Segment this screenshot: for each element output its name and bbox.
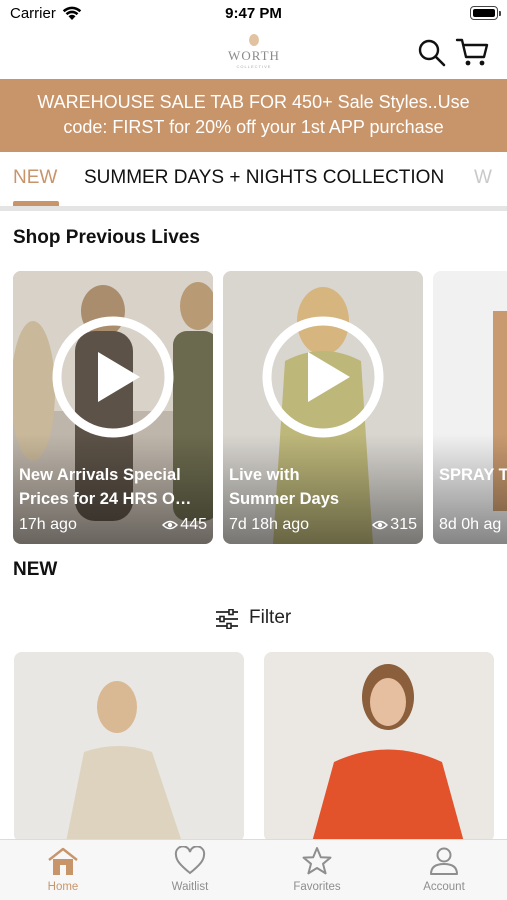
nav-waitlist-label: Waitlist — [171, 881, 209, 893]
product-card[interactable] — [264, 652, 494, 842]
person-icon — [430, 847, 458, 875]
filter-label: Filter — [249, 607, 292, 628]
bottom-tab-bar: Home Waitlist Favorites Account — [0, 839, 507, 900]
cart-icon[interactable] — [455, 36, 489, 68]
battery-icon — [470, 6, 501, 20]
live-title: Live with Summer Days — [229, 466, 340, 508]
category-tabs: NEW SUMMER DAYS + NIGHTS COLLECTION W — [0, 153, 507, 207]
heart-icon — [174, 846, 206, 875]
tab-summer-days-nights[interactable]: SUMMER DAYS + NIGHTS COLLECTION — [84, 167, 444, 189]
play-icon[interactable] — [50, 314, 176, 440]
logo-subtext: COLLECTIVE — [236, 64, 272, 69]
promo-line-1: WAREHOUSE SALE TAB FOR 450+ Sale Styles.… — [37, 92, 470, 112]
star-icon — [302, 847, 332, 875]
lives-heading: Shop Previous Lives — [13, 227, 200, 248]
tab-next-partial[interactable]: W — [474, 167, 492, 189]
app-header: WORTH COLLECTIVE — [0, 30, 507, 78]
live-views: 315 — [372, 516, 417, 534]
logo-mark-icon — [249, 34, 259, 46]
product-card[interactable] — [14, 652, 244, 842]
tab-new[interactable]: NEW — [13, 167, 57, 189]
live-time: 17h ago — [19, 516, 77, 533]
nav-favorites[interactable]: Favorites — [267, 846, 367, 900]
live-card[interactable]: New Arrivals Special Prices for 24 HRS O… — [13, 271, 213, 544]
filter-button[interactable]: Filter — [215, 604, 305, 634]
live-card[interactable]: Live with Summer Days 7d 18h ago 315 — [223, 271, 423, 544]
nav-home[interactable]: Home — [13, 846, 113, 900]
nav-home-label: Home — [47, 881, 79, 893]
live-title: New Arrivals Special Prices for 24 HRS O… — [19, 466, 192, 508]
status-time: 9:47 PM — [225, 5, 282, 22]
promo-line-2: code: FIRST for 20% off your 1st APP pur… — [63, 117, 444, 137]
eye-icon — [372, 520, 389, 530]
home-icon — [48, 847, 78, 875]
nav-account-label: Account — [423, 881, 465, 893]
live-views: 445 — [162, 516, 207, 534]
logo-text: WORTH — [228, 48, 280, 63]
live-card[interactable]: SPRAY T 8d 0h ag — [433, 271, 507, 544]
live-time: 7d 18h ago — [229, 516, 310, 533]
tab-divider — [0, 206, 507, 211]
promo-banner[interactable]: WAREHOUSE SALE TAB FOR 450+ Sale Styles.… — [0, 79, 507, 152]
nav-favorites-label: Favorites — [293, 881, 341, 893]
status-bar: Carrier 9:47 PM — [0, 0, 507, 28]
live-title: SPRAY T — [439, 466, 507, 484]
live-time: 8d 0h ag — [439, 516, 502, 533]
product-image — [14, 652, 244, 842]
search-icon[interactable] — [417, 38, 447, 68]
nav-account[interactable]: Account — [394, 846, 494, 900]
nav-waitlist[interactable]: Waitlist — [140, 846, 240, 900]
play-icon[interactable] — [260, 314, 386, 440]
new-heading: NEW — [13, 559, 58, 580]
product-image — [264, 652, 494, 842]
lives-carousel[interactable]: New Arrivals Special Prices for 24 HRS O… — [0, 271, 507, 545]
brand-logo[interactable]: WORTH COLLECTIVE — [224, 34, 284, 70]
filter-sliders-icon — [216, 609, 238, 629]
eye-icon — [162, 520, 179, 530]
